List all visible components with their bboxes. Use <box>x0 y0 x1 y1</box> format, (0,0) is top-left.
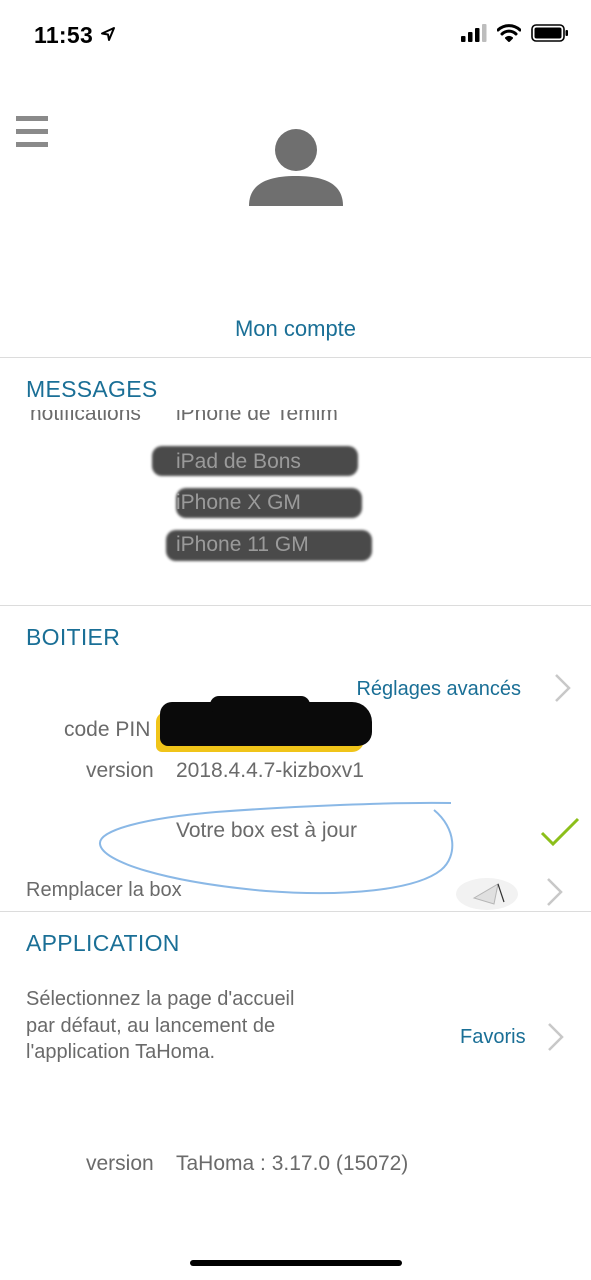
device-item: iPad de Bons <box>176 450 301 473</box>
status-icons <box>461 24 569 42</box>
home-indicator[interactable] <box>190 1260 402 1266</box>
chevron-right-icon[interactable] <box>545 1022 565 1052</box>
section-title-application: APPLICATION <box>26 930 180 956</box>
signal-icon <box>461 24 487 42</box>
device-item: iPhone X GM <box>176 491 301 514</box>
checkmark-icon <box>540 817 580 847</box>
box-device-icon <box>456 878 518 910</box>
battery-icon <box>531 24 568 42</box>
replace-box-label: Remplacer la box <box>26 879 182 901</box>
home-page-description: Sélectionnez la page d'accueil par défau… <box>26 988 295 1063</box>
device-item: iPhone 11 GM <box>176 533 309 556</box>
status-time-text: 11:53 <box>34 22 94 48</box>
divider <box>0 357 591 358</box>
notifications-row-clipped: notifications iPhone de Temim <box>0 410 591 432</box>
chevron-right-icon[interactable] <box>544 878 564 907</box>
user-avatar-icon[interactable] <box>247 128 345 208</box>
device-item: iPhone de Temim <box>176 410 338 425</box>
account-link[interactable]: Mon compte <box>0 316 591 342</box>
app-version-label: version <box>86 1152 154 1175</box>
location-arrow-icon <box>100 27 115 41</box>
hamburger-menu-icon[interactable] <box>16 116 48 150</box>
chevron-right-icon[interactable] <box>552 673 572 703</box>
home-page-value[interactable]: Favoris <box>460 1026 526 1049</box>
notifications-label: notifications <box>30 410 141 425</box>
wifi-icon <box>497 24 521 42</box>
divider <box>0 911 591 912</box>
box-version-label: version <box>86 759 154 782</box>
app-version-value: TaHoma : 3.17.0 (15072) <box>176 1152 409 1175</box>
redaction-mark <box>210 696 310 714</box>
replace-box-row[interactable]: Remplacer la box <box>0 878 591 911</box>
divider <box>0 605 591 606</box>
advanced-settings-link[interactable]: Réglages avancés <box>356 678 521 701</box>
status-time: 11:53 <box>34 22 116 49</box>
section-title-messages: MESSAGES <box>26 376 158 402</box>
box-version-value: 2018.4.4.7-kizboxv1 <box>176 759 364 782</box>
pin-label: code PIN <box>64 718 151 741</box>
section-title-boitier: BOITIER <box>26 624 121 650</box>
